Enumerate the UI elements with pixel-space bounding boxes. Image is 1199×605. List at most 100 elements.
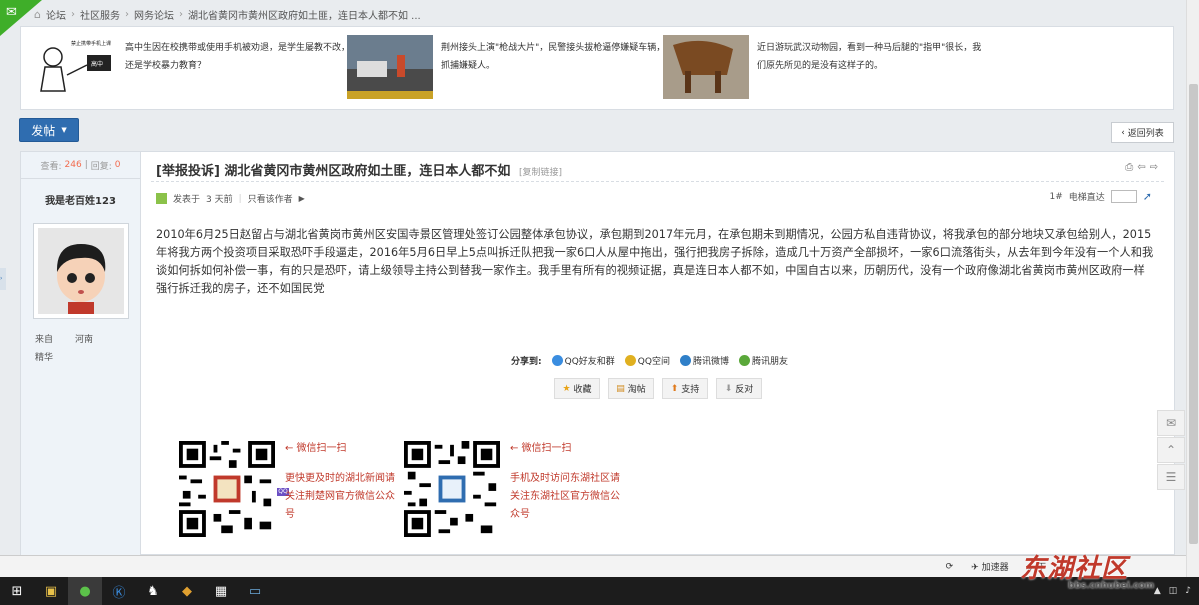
refresh-icon[interactable]: ⟳ <box>946 562 954 572</box>
qr-scan-hint: ← 微信扫一扫 <box>285 443 347 454</box>
news-item[interactable]: 荆州接头上演"枪战大片"，民警接头拔枪逼停嫌疑车辆，抓捕嫌疑人。 <box>347 35 671 99</box>
post-actions: ★ 收藏 ▤ 淘帖 ⬆ 支持 ⬇ 反对 <box>554 378 762 399</box>
network-icon[interactable]: ◫ <box>1169 586 1178 596</box>
qr-code-icon <box>179 441 275 537</box>
print-icon[interactable]: ⎙ <box>1125 162 1137 173</box>
file-explorer-icon[interactable]: ▣ <box>34 577 68 605</box>
author-name[interactable]: 我是老百姓123 <box>21 192 140 207</box>
pengyou-icon <box>738 355 750 366</box>
share-tencent-weibo[interactable]: 腾讯微博 <box>679 354 729 367</box>
thumbs-up-icon: ⬆ <box>670 383 679 394</box>
meta-separator: | <box>238 193 242 204</box>
avatar[interactable] <box>33 223 129 319</box>
back-to-list-button[interactable]: ‹ 返回列表 <box>1111 122 1174 143</box>
qr-scan-hint: ← 微信扫一扫 <box>510 443 572 454</box>
breadcrumb-separator: › <box>178 8 183 20</box>
share-weibo-label: 腾讯微博 <box>692 357 729 367</box>
share-label: 分享到: <box>511 357 542 367</box>
author-sidebar: 查看: 246 | 回复: 0 我是老百姓123 来自 河南 精华 <box>21 152 141 556</box>
oppose-button[interactable]: ⬇ 反对 <box>716 378 762 399</box>
share-bar: 分享到: QQ好友和群 QQ空间 腾讯微博 腾讯朋友 <box>511 354 788 367</box>
posted-time: 3 天前 <box>206 195 233 205</box>
qr-caption: ← 微信扫一扫 更快更及时的湖北新闻请关注荆楚网官方微信公众号 <box>285 440 395 538</box>
package-app-icon[interactable]: ◆ <box>170 577 204 605</box>
thread-title-row: [举报投诉] 湖北省黄冈市黄州区政府如土匪，连日本人都不如 [复制链接] <box>156 160 562 179</box>
qq-icon[interactable]: ♞ <box>136 577 170 605</box>
k-app-icon[interactable]: Ⓚ <box>102 577 136 605</box>
image-viewer-icon[interactable]: ▭ <box>238 577 272 605</box>
comment-icon[interactable]: ✉ <box>1157 410 1185 436</box>
views-count: 246 <box>64 160 82 170</box>
qr-code-icon <box>404 441 500 537</box>
folder-icon: ▤ <box>616 383 625 394</box>
oppose-label: 反对 <box>735 385 754 395</box>
collect-label: 淘帖 <box>627 385 646 395</box>
author-only-link[interactable]: 只看该作者 <box>248 192 293 205</box>
post-content: 2010年6月25日赵留占与湖北省黄岗市黄州区安国寺景区管理处签订公园整体承包协… <box>156 228 1154 295</box>
home-icon[interactable]: ⌂ <box>34 8 41 21</box>
breadcrumb-item[interactable]: 网务论坛 <box>134 7 174 22</box>
breadcrumb-separator: › <box>70 8 75 20</box>
new-post-button[interactable]: 发帖 ▼ <box>19 118 79 142</box>
collect-button[interactable]: ▤ 淘帖 <box>608 378 654 399</box>
news-text[interactable]: 近日游玩武汉动物园，看到一种马后腿的"指甲"很长，我们原先所见的是没有这样子的。 <box>757 35 987 99</box>
left-collapse-tab[interactable]: › <box>0 268 6 290</box>
copy-link[interactable]: [复制链接] <box>519 168 562 178</box>
from-label: 来自 <box>35 335 54 345</box>
tray-icon[interactable]: ▲ <box>1154 586 1161 596</box>
system-tray: ▲ ◫ ♪ <box>1154 577 1199 605</box>
share-qzone[interactable]: QQ空间 <box>624 354 670 367</box>
from-value: 河南 <box>75 335 94 345</box>
news-text[interactable]: 荆州接头上演"枪战大片"，民警接头拔枪逼停嫌疑车辆，抓捕嫌疑人。 <box>441 35 671 99</box>
author-rank: 精华 <box>35 353 54 363</box>
news-thumbnail[interactable] <box>663 35 749 99</box>
prev-thread-icon[interactable]: ⇦ <box>1137 162 1149 173</box>
scrollbar-thumb[interactable] <box>1189 84 1198 544</box>
watermark-title: 东湖社区 <box>1020 554 1129 584</box>
back-to-list-label: 返回列表 <box>1127 129 1164 139</box>
list-icon[interactable]: ☰ <box>1157 464 1185 490</box>
floor-jump-input[interactable] <box>1110 190 1137 203</box>
share-pengyou-label: 腾讯朋友 <box>751 357 788 367</box>
news-thumbnail[interactable]: 高中 禁止携带手机上课 <box>31 35 117 99</box>
news-text[interactable]: 高中生因在校携带或使用手机被劝退，是学生屡教不改，还是学校暴力教育？ <box>125 35 355 99</box>
watermark-url: bbs.cnhubei.com <box>1068 581 1155 591</box>
floor-number: 1# <box>1049 191 1063 202</box>
share-tencent-friend[interactable]: 腾讯朋友 <box>738 354 788 367</box>
svg-text:禁止携带手机上课: 禁止携带手机上课 <box>71 40 111 47</box>
floating-toolbar: ✉ ⌃ ☰ <box>1157 410 1185 491</box>
svg-text:高中: 高中 <box>91 60 103 68</box>
views-label: 查看: <box>40 161 62 172</box>
support-label: 支持 <box>681 385 700 395</box>
next-thread-icon[interactable]: ⇨ <box>1150 162 1162 173</box>
breadcrumb-item[interactable]: 社区服务 <box>80 7 120 22</box>
accelerator-label: 加速器 <box>981 563 1009 573</box>
volume-icon[interactable]: ♪ <box>1185 586 1191 596</box>
support-button[interactable]: ⬆ 支持 <box>662 378 708 399</box>
thread-tools: ⎙⇦⇨ <box>1125 162 1162 173</box>
browser-statusbar: ⟳ ✈ 加速器 ↓ 下 <box>0 555 1186 577</box>
weibo-icon <box>679 355 691 366</box>
windows-start-icon[interactable]: ⊞ <box>0 577 34 605</box>
go-arrow-icon[interactable]: ➚ <box>1143 190 1152 203</box>
qr-promo: ← 微信扫一扫 更快更及时的湖北新闻请关注荆楚网官方微信公众号 <box>179 440 395 538</box>
breadcrumb: ⌂ 论坛 › 社区服务 › 网务论坛 › 湖北省黄冈市黄州区政府如土匪，连日本人… <box>22 5 1174 23</box>
qq-icon <box>551 355 563 366</box>
calculator-icon[interactable]: ▦ <box>204 577 238 605</box>
share-qq-friend-label: QQ好友和群 <box>564 357 615 367</box>
wechat-icon: ✉ <box>6 5 17 20</box>
back-to-top-icon[interactable]: ⌃ <box>1157 437 1185 463</box>
scrollbar[interactable] <box>1186 0 1199 577</box>
qr-caption: ← 微信扫一扫 手机及时访问东湖社区请关注东湖社区官方微信公众号 <box>510 440 620 538</box>
share-qq-friend[interactable]: QQ好友和群 <box>551 354 615 367</box>
news-thumbnail[interactable] <box>347 35 433 99</box>
favorite-button[interactable]: ★ 收藏 <box>554 378 600 399</box>
share-qzone-label: QQ空间 <box>637 357 670 367</box>
post-meta: 发表于 3 天前 | 只看该作者 ▶ <box>156 192 305 205</box>
breadcrumb-item[interactable]: 论坛 <box>46 7 66 22</box>
news-item[interactable]: 高中 禁止携带手机上课 高中生因在校携带或使用手机被劝退，是学生屡教不改，还是学… <box>31 35 355 99</box>
news-item[interactable]: 近日游玩武汉动物园，看到一种马后腿的"指甲"很长，我们原先所见的是没有这样子的。 <box>663 35 987 99</box>
thumbs-down-icon: ⬇ <box>724 383 733 394</box>
browser-icon[interactable]: ● <box>68 577 102 605</box>
accelerator-button[interactable]: ✈ 加速器 <box>971 560 1008 573</box>
